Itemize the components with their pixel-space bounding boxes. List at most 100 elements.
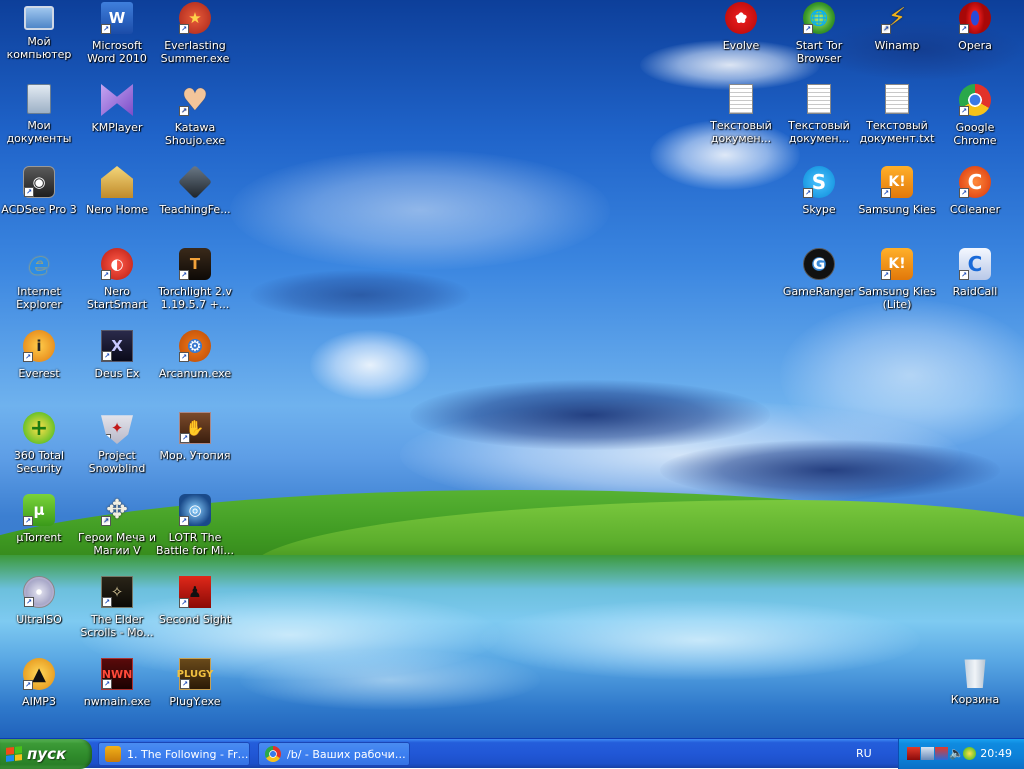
utorrent-icon: µ ↗	[23, 494, 55, 526]
desktop-icon-project-snowblind[interactable]: ✦ ↗ Project Snowblind	[78, 412, 156, 492]
info-icon: i ↗	[23, 330, 55, 362]
volume-icon[interactable]: 🔈	[949, 747, 964, 760]
figure-icon: ♟ ↗	[179, 576, 211, 608]
desktop-icon-aimp3[interactable]: ▲ ↗ AIMP3	[0, 658, 78, 738]
tray-app-icon[interactable]	[907, 747, 920, 760]
chrome-icon: ↗	[959, 84, 991, 116]
desktop-icon-heroes-might-magic-v[interactable]: ✥ ↗ Герои Меча и Магии V	[78, 494, 156, 574]
ccleaner-icon: C ↗	[959, 166, 991, 198]
winamp-icon: ⚡ ↗	[881, 2, 913, 34]
desktop-icon-ccleaner[interactable]: C ↗ CCleaner	[936, 166, 1014, 246]
icon-label: Samsung Kies	[858, 203, 936, 216]
desktop-icon-opera[interactable]: ↗ Opera	[936, 2, 1014, 82]
desktop-icon-deus-ex[interactable]: X ↗ Deus Ex	[78, 330, 156, 410]
text-file-icon	[729, 84, 753, 114]
icon-label: KMPlayer	[91, 121, 143, 134]
tray-app-icon[interactable]	[935, 747, 948, 760]
icon-label: RaidCall	[952, 285, 998, 298]
desktop-icon-internet-explorer[interactable]: e Internet Explorer	[0, 247, 78, 328]
desktop-icon-text-doc-3[interactable]: Текстовый документ.txt	[858, 84, 936, 164]
opera-icon: ↗	[959, 2, 991, 34]
desktop-icon-gameranger[interactable]: G GameRanger	[780, 248, 858, 328]
desktop-icon-second-sight[interactable]: ♟ ↗ Second Sight	[156, 576, 234, 656]
desktop-icon-google-chrome[interactable]: ↗ Google Chrome	[936, 84, 1014, 164]
desktop-icon-utorrent[interactable]: µ ↗ µTorrent	[0, 494, 78, 574]
icon-label: Second Sight	[158, 613, 232, 626]
desktop-icon-arcanum[interactable]: ⚙ ↗ Arcanum.exe	[156, 330, 234, 410]
star-badge-icon: ★ ↗	[179, 2, 211, 34]
desktop-icon-start-tor-browser[interactable]: 🌐 ↗ Start Tor Browser	[780, 2, 858, 82]
plus-shield-icon: +	[23, 412, 55, 444]
text-file-icon	[885, 84, 909, 114]
desktop-icon-katawa-shoujo[interactable]: ♥ ↗ Katawa Shoujo.exe	[156, 83, 234, 164]
desktop-icon-my-computer[interactable]: Мой компьютер	[0, 2, 78, 82]
desktop-icon-evolve[interactable]: ✿ Evolve	[702, 2, 780, 82]
heart-icon: ♥ ↗	[179, 83, 211, 118]
desktop-icon-everlasting-summer[interactable]: ★ ↗ Everlasting Summer.exe	[156, 2, 234, 82]
word-icon: W ↗	[101, 2, 133, 34]
desktop-icon-everest[interactable]: i ↗ Everest	[0, 330, 78, 410]
dark-cloud	[250, 270, 470, 320]
cloud	[310, 330, 430, 400]
desktop-icon-elder-scrolls[interactable]: ✧ ↗ The Elder Scrolls - Mo...	[78, 576, 156, 656]
icon-label: Мой компьютер	[6, 35, 72, 61]
desktop-icon-nero-home[interactable]: Nero Home	[78, 166, 156, 246]
language-indicator[interactable]: RU	[856, 747, 872, 760]
icon-label: Winamp	[874, 39, 920, 52]
desktop-icon-my-documents[interactable]: Мои документы	[0, 84, 78, 164]
network-icon[interactable]	[921, 747, 934, 760]
icon-label: µTorrent	[16, 531, 62, 544]
icon-label: LOTR The Battle for Mi...	[156, 531, 234, 557]
desktop-icon-winamp[interactable]: ⚡ ↗ Winamp	[858, 2, 936, 82]
icon-label: Google Chrome	[953, 121, 997, 147]
desktop-icon-nwmain[interactable]: NWN ↗ nwmain.exe	[78, 658, 156, 738]
desktop-icon-360-total-security[interactable]: + 360 Total Security	[0, 412, 78, 492]
start-label: пуск	[27, 745, 67, 763]
desktop-icon-kmplayer[interactable]: KMPlayer	[78, 84, 156, 164]
desktop-icon-samsung-kies[interactable]: K! ↗ Samsung Kies	[858, 166, 936, 246]
security-icon[interactable]	[963, 747, 976, 760]
icon-label: Герои Меча и Магии V	[78, 531, 156, 557]
desktop-icon-raidcall[interactable]: C ↗ RaidCall	[936, 248, 1014, 328]
icon-label: Internet Explorer	[16, 285, 62, 311]
desktop-icon-text-doc-2[interactable]: Текстовый докумен...	[780, 84, 858, 164]
desktop-icon-recycle-bin[interactable]: Корзина	[936, 658, 1014, 738]
icon-label: Текстовый докумен...	[788, 119, 850, 145]
icon-label: Текстовый докумен...	[710, 119, 772, 145]
water-reflection	[480, 600, 920, 680]
icon-label: Корзина	[950, 693, 1000, 706]
icon-label: TeachingFe...	[159, 203, 231, 216]
taskbar-button-winamp[interactable]: 1. The Following - Fra...	[98, 742, 250, 766]
desktop-icon-lotr-battle-middle-earth[interactable]: ◎ ↗ LOTR The Battle for Mi...	[156, 494, 234, 574]
icon-label: ACDSee Pro 3	[1, 203, 77, 216]
desktop-icon-samsung-kies-lite[interactable]: K! ↗ Samsung Kies (Lite)	[858, 248, 936, 328]
desktop-icon-nero-startsmart[interactable]: ◐ ↗ Nero StartSmart	[78, 248, 156, 328]
nero-home-icon	[101, 166, 133, 198]
desktop-icon-ultraiso[interactable]: ↗ UltraISO	[0, 576, 78, 656]
nwn-icon: NWN ↗	[101, 658, 133, 690]
winged-shield-icon: ✦ ↗	[101, 415, 133, 444]
desktop-icon-torchlight-2[interactable]: T ↗ Torchlight 2.v 1.19.5.7 +...	[156, 248, 234, 328]
desktop-icon-microsoft-word-2010[interactable]: W ↗ Microsoft Word 2010	[78, 2, 156, 82]
start-button[interactable]: пуск	[0, 739, 92, 769]
icon-label: Мор. Утопия	[159, 449, 231, 462]
desktop-icon-text-doc-1[interactable]: Текстовый докумен...	[702, 84, 780, 164]
taskbar-button-chrome[interactable]: /b/ - Ваших рабочих ...	[258, 742, 410, 766]
desktop-icon-teachingfeeling[interactable]: TeachingFe...	[156, 165, 234, 246]
aimp-icon: ▲ ↗	[23, 658, 55, 690]
desktop-icon-plugy[interactable]: PLUGY ↗ PlugY.exe	[156, 658, 234, 738]
skype-icon: S ↗	[803, 166, 835, 198]
plugy-icon: PLUGY ↗	[177, 658, 213, 690]
desktop-icon-skype[interactable]: S ↗ Skype	[780, 166, 858, 246]
hand-icon: ✋ ↗	[179, 412, 211, 444]
clock[interactable]: 20:49	[980, 747, 1012, 760]
icon-label: Evolve	[722, 39, 760, 52]
icon-label: Project Snowblind	[88, 449, 146, 475]
desktop-icon-mor-utopia[interactable]: ✋ ↗ Мор. Утопия	[156, 412, 234, 492]
icon-label: Мои документы	[6, 119, 72, 145]
desktop-icon-acdsee-pro-3[interactable]: ◉ ↗ ACDSee Pro 3	[0, 166, 78, 246]
icon-label: Nero Home	[86, 203, 148, 216]
icon-label: Microsoft Word 2010	[87, 39, 147, 65]
icon-label: Samsung Kies (Lite)	[858, 285, 936, 311]
cube-icon	[178, 165, 212, 199]
